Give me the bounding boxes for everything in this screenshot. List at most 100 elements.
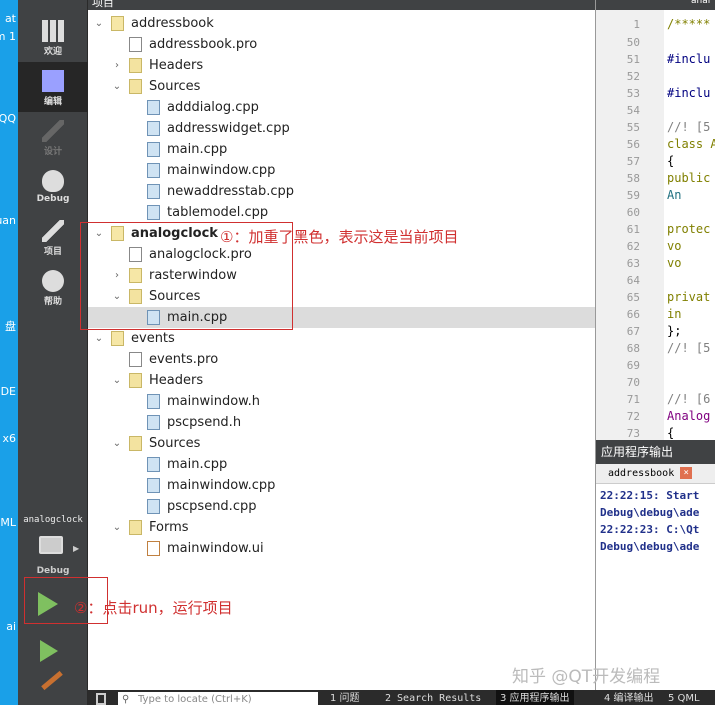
tree-item-label: Sources xyxy=(149,79,201,94)
tab-issues[interactable]: 1 问题 xyxy=(330,690,360,705)
tree-item-label: Headers xyxy=(149,58,204,73)
tree-item-label: newaddresstab.cpp xyxy=(167,184,295,199)
desktop-icon-label[interactable]: m 1 xyxy=(0,30,16,43)
tree-item[interactable]: addressbook.pro xyxy=(88,34,595,55)
tree-item[interactable]: ⌄ Sources xyxy=(88,76,595,97)
annotation-note-2: ②：点击run，运行项目 xyxy=(74,599,233,617)
tab-search-results[interactable]: 2 Search Results xyxy=(385,690,481,705)
code-editor[interactable]: anal 1 /***** 50 51 #inclu 52 53 #inclu 54 55 //! … xyxy=(595,0,715,440)
line-number: 1 xyxy=(633,18,640,31)
editor-toolbar: anal xyxy=(596,0,715,10)
output-tab-addressbook[interactable]: addressbook × xyxy=(596,464,715,484)
desktop-icon-label[interactable]: uan xyxy=(0,214,16,227)
tab-qml[interactable]: 5 QML xyxy=(668,690,700,705)
pro-file-icon xyxy=(129,352,142,367)
mode-pencil[interactable]: 设计 xyxy=(18,112,88,162)
bottom-bar: ⚲ Type to locate (Ctrl+K) 1 问题 2 Search R… xyxy=(88,690,715,705)
tree-item[interactable]: events.pro xyxy=(88,349,595,370)
mode-grid[interactable]: 欢迎 xyxy=(18,12,88,62)
locator-placeholder: Type to locate (Ctrl+K) xyxy=(138,694,252,705)
cpp-file-icon xyxy=(147,121,160,136)
line-number: 63 xyxy=(626,257,640,270)
tree-item[interactable]: ⌄ events xyxy=(88,328,595,349)
debug-run-button[interactable] xyxy=(40,640,58,662)
cpp-file-icon xyxy=(147,100,160,115)
mode-help[interactable]: 帮助 xyxy=(18,262,88,312)
tree-item[interactable]: adddialog.cpp xyxy=(88,97,595,118)
code-line: protec xyxy=(667,222,711,236)
output-line: 22:22:15: Start xyxy=(600,489,700,502)
line-number: 72 xyxy=(626,410,640,423)
desktop-icon-label[interactable]: ML xyxy=(0,516,16,529)
desktop-icon-label[interactable]: 4 x6 xyxy=(0,432,16,445)
output-line: Debug\debug\ade xyxy=(600,506,700,519)
line-number: 51 xyxy=(626,53,640,66)
desktop-icon-label[interactable]: 盘 xyxy=(0,318,16,334)
desktop-icon-label[interactable]: at xyxy=(0,12,16,25)
line-number: 73 xyxy=(626,427,640,440)
line-number: 52 xyxy=(626,70,640,83)
tree-item[interactable]: addresswidget.cpp xyxy=(88,118,595,139)
annotation-note-1: ①：加重了黑色，表示这是当前项目 xyxy=(220,228,459,246)
mode-wrench[interactable]: 项目 xyxy=(18,212,88,262)
tree-item[interactable]: pscpsend.h xyxy=(88,412,595,433)
code-line: /***** xyxy=(667,17,711,31)
tree-item[interactable]: mainwindow.h xyxy=(88,391,595,412)
mode-bug[interactable]: Debug xyxy=(18,162,88,212)
tree-item[interactable]: mainwindow.ui xyxy=(88,538,595,559)
tab-compile-output[interactable]: 4 编译输出 xyxy=(604,690,654,705)
chevron-down-icon[interactable]: ⌄ xyxy=(94,328,104,349)
tree-item[interactable]: main.cpp xyxy=(88,139,595,160)
tree-item-label: events.pro xyxy=(149,352,219,367)
mode-label: 帮助 xyxy=(43,297,62,307)
chevron-right-icon[interactable]: › xyxy=(112,55,122,76)
tree-item[interactable]: newaddresstab.cpp xyxy=(88,181,595,202)
tree-item[interactable]: › Headers xyxy=(88,55,595,76)
cpp-file-icon xyxy=(147,499,160,514)
tree-item-label: events xyxy=(131,331,175,346)
chevron-down-icon[interactable]: ⌄ xyxy=(112,370,122,391)
line-number: 68 xyxy=(626,342,640,355)
cpp-file-icon xyxy=(147,184,160,199)
tree-item[interactable]: ⌄ addressbook xyxy=(88,13,595,34)
chevron-down-icon[interactable]: ⌄ xyxy=(112,76,122,97)
close-icon[interactable]: × xyxy=(680,467,693,479)
tree-item-label: mainwindow.cpp xyxy=(167,478,276,493)
tree-item[interactable]: mainwindow.cpp xyxy=(88,160,595,181)
code-line: class A xyxy=(667,137,715,151)
line-number: 59 xyxy=(626,189,640,202)
editor-file-tab[interactable]: anal xyxy=(691,0,710,6)
desktop-icon-label[interactable]: DE xyxy=(0,385,16,398)
locator-input[interactable]: ⚲ Type to locate (Ctrl+K) xyxy=(118,692,318,705)
line-number: 71 xyxy=(626,393,640,406)
tree-item[interactable]: pscpsend.cpp xyxy=(88,496,595,517)
mode-edit[interactable]: 编辑 xyxy=(18,62,88,112)
tab-application-output[interactable]: 3 应用程序输出 xyxy=(496,690,574,705)
chevron-down-icon[interactable]: ⌄ xyxy=(112,517,122,538)
desktop-strip: at m 1 QQ uan 盘 DE 4 x6 ML ai xyxy=(0,0,18,705)
kit-mode-label: Debug xyxy=(36,566,70,576)
code-line: { xyxy=(667,426,675,440)
line-number: 67 xyxy=(626,325,640,338)
tree-item[interactable]: ⌄ Sources xyxy=(88,433,595,454)
chevron-down-icon[interactable]: ⌄ xyxy=(94,13,104,34)
desktop-icon-label[interactable]: ai xyxy=(0,620,16,633)
project-tree[interactable]: ⌄ addressbook addressbook.pro › Headers ⌄ Sour… xyxy=(88,10,595,690)
tree-item-label: main.cpp xyxy=(167,142,228,157)
build-hammer-icon[interactable] xyxy=(41,670,63,691)
tree-item[interactable]: ⌄ Headers xyxy=(88,370,595,391)
tree-item[interactable]: ⌄ Forms xyxy=(88,517,595,538)
mode-label: 编辑 xyxy=(43,97,62,107)
tree-item[interactable]: tablemodel.cpp xyxy=(88,202,595,223)
output-tab-label: addressbook xyxy=(608,468,675,479)
chevron-down-icon[interactable]: ⌄ xyxy=(112,433,122,454)
folder-icon xyxy=(129,373,142,388)
tree-item-label: mainwindow.cpp xyxy=(167,163,276,178)
mode-label: Debug xyxy=(36,194,70,204)
desktop-icon-label[interactable]: QQ xyxy=(0,112,16,125)
tree-item[interactable]: main.cpp xyxy=(88,454,595,475)
tree-item-label: Headers xyxy=(149,373,204,388)
tree-item[interactable]: mainwindow.cpp xyxy=(88,475,595,496)
toggle-sidebar-icon[interactable] xyxy=(96,693,106,705)
kit-selector[interactable]: ▶ Debug xyxy=(18,532,88,580)
